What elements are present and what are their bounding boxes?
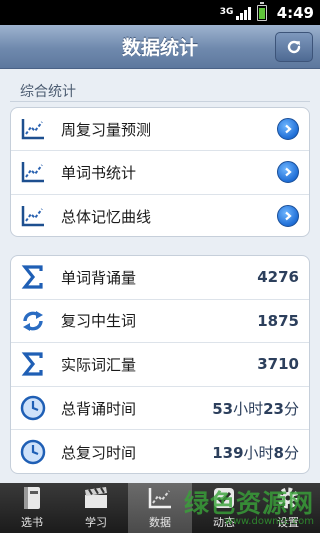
stats-link-label: 单词书统计 bbox=[61, 163, 137, 182]
tab-label: 选书 bbox=[21, 516, 43, 529]
chevron-right-icon[interactable] bbox=[277, 205, 299, 228]
summary-label: 总背诵时间 bbox=[61, 399, 137, 418]
tab-label: 数据 bbox=[149, 516, 171, 529]
chart-icon bbox=[145, 483, 175, 512]
summary-label: 总复习时间 bbox=[61, 443, 137, 462]
gear-icon bbox=[273, 483, 303, 512]
tab-label: 设置 bbox=[277, 516, 299, 529]
summary-row-total-review-time: 总复习时间 139小时8分 bbox=[11, 430, 309, 473]
check-icon bbox=[209, 483, 239, 512]
minutes-value: 23 bbox=[263, 399, 284, 418]
summary-value: 139小时8分 bbox=[212, 442, 299, 463]
book-icon bbox=[17, 483, 47, 512]
tab-label: 学习 bbox=[85, 516, 107, 529]
summary-value: 3710 bbox=[257, 355, 299, 374]
stats-link-wordbook[interactable]: 单词书统计 bbox=[11, 151, 309, 195]
trend-chart-icon bbox=[19, 115, 47, 143]
stats-link-memory-curve[interactable]: 总体记忆曲线 bbox=[11, 195, 309, 236]
trend-chart-icon bbox=[19, 202, 47, 230]
stats-link-label: 周复习量预测 bbox=[61, 120, 152, 139]
minutes-value: 8 bbox=[273, 443, 284, 462]
summary-label: 复习中生词 bbox=[61, 312, 137, 331]
title-bar: 数据统计 bbox=[0, 25, 320, 69]
tab-data[interactable]: 数据 bbox=[128, 483, 192, 533]
sigma-icon bbox=[19, 263, 47, 291]
summary-label: 实际词汇量 bbox=[61, 355, 137, 374]
sigma-icon bbox=[19, 350, 47, 378]
refresh-button[interactable] bbox=[275, 32, 313, 62]
hours-unit: 小时 bbox=[233, 399, 264, 418]
signal-icon bbox=[235, 6, 251, 20]
stats-links-card: 周复习量预测 单词书统计 总体记忆曲线 bbox=[10, 107, 310, 237]
summary-row-words-memorized: 单词背诵量 4276 bbox=[11, 256, 309, 300]
summary-row-reviewing-words: 复习中生词 1875 bbox=[11, 300, 309, 344]
clock-icon bbox=[19, 394, 47, 422]
refresh-icon bbox=[287, 40, 301, 54]
minutes-unit: 分 bbox=[283, 399, 299, 418]
summary-value: 1875 bbox=[257, 311, 299, 330]
minutes-unit: 分 bbox=[283, 443, 299, 462]
clapperboard-icon bbox=[81, 483, 111, 512]
status-bar: 3G 4:49 bbox=[0, 0, 320, 25]
hours-value: 53 bbox=[212, 399, 234, 418]
chevron-right-icon[interactable] bbox=[277, 161, 299, 184]
hours-value: 139 bbox=[212, 443, 244, 462]
bottom-tab-bar: 选书 学习 数据 动态 设置 bbox=[0, 483, 320, 533]
stats-link-label: 总体记忆曲线 bbox=[61, 207, 152, 226]
summary-row-vocabulary: 实际词汇量 3710 bbox=[11, 343, 309, 387]
summary-card: 单词背诵量 4276 复习中生词 1875 实际词汇量 3710 总背诵时间 5… bbox=[10, 255, 310, 474]
sync-icon bbox=[19, 307, 47, 335]
summary-row-total-study-time: 总背诵时间 53小时23分 bbox=[11, 387, 309, 431]
clock-icon bbox=[19, 438, 47, 466]
summary-value: 4276 bbox=[257, 268, 299, 287]
section-divider bbox=[10, 101, 310, 102]
tab-settings[interactable]: 设置 bbox=[256, 483, 320, 533]
summary-value: 53小时23分 bbox=[212, 398, 299, 419]
summary-label: 单词背诵量 bbox=[61, 268, 137, 287]
status-time: 4:49 bbox=[276, 3, 314, 22]
page-title: 数据统计 bbox=[121, 37, 198, 59]
stats-link-weekly-forecast[interactable]: 周复习量预测 bbox=[11, 108, 309, 152]
network-type: 3G bbox=[219, 7, 234, 17]
tab-study[interactable]: 学习 bbox=[64, 483, 128, 533]
trend-chart-icon bbox=[19, 158, 47, 186]
tab-label: 动态 bbox=[213, 516, 235, 529]
tab-activity[interactable]: 动态 bbox=[192, 483, 256, 533]
chevron-right-icon[interactable] bbox=[277, 118, 299, 141]
hours-unit: 小时 bbox=[243, 443, 274, 462]
section-label: 综合统计 bbox=[20, 84, 76, 100]
battery-icon bbox=[256, 1, 267, 21]
tab-select-book[interactable]: 选书 bbox=[0, 483, 64, 533]
